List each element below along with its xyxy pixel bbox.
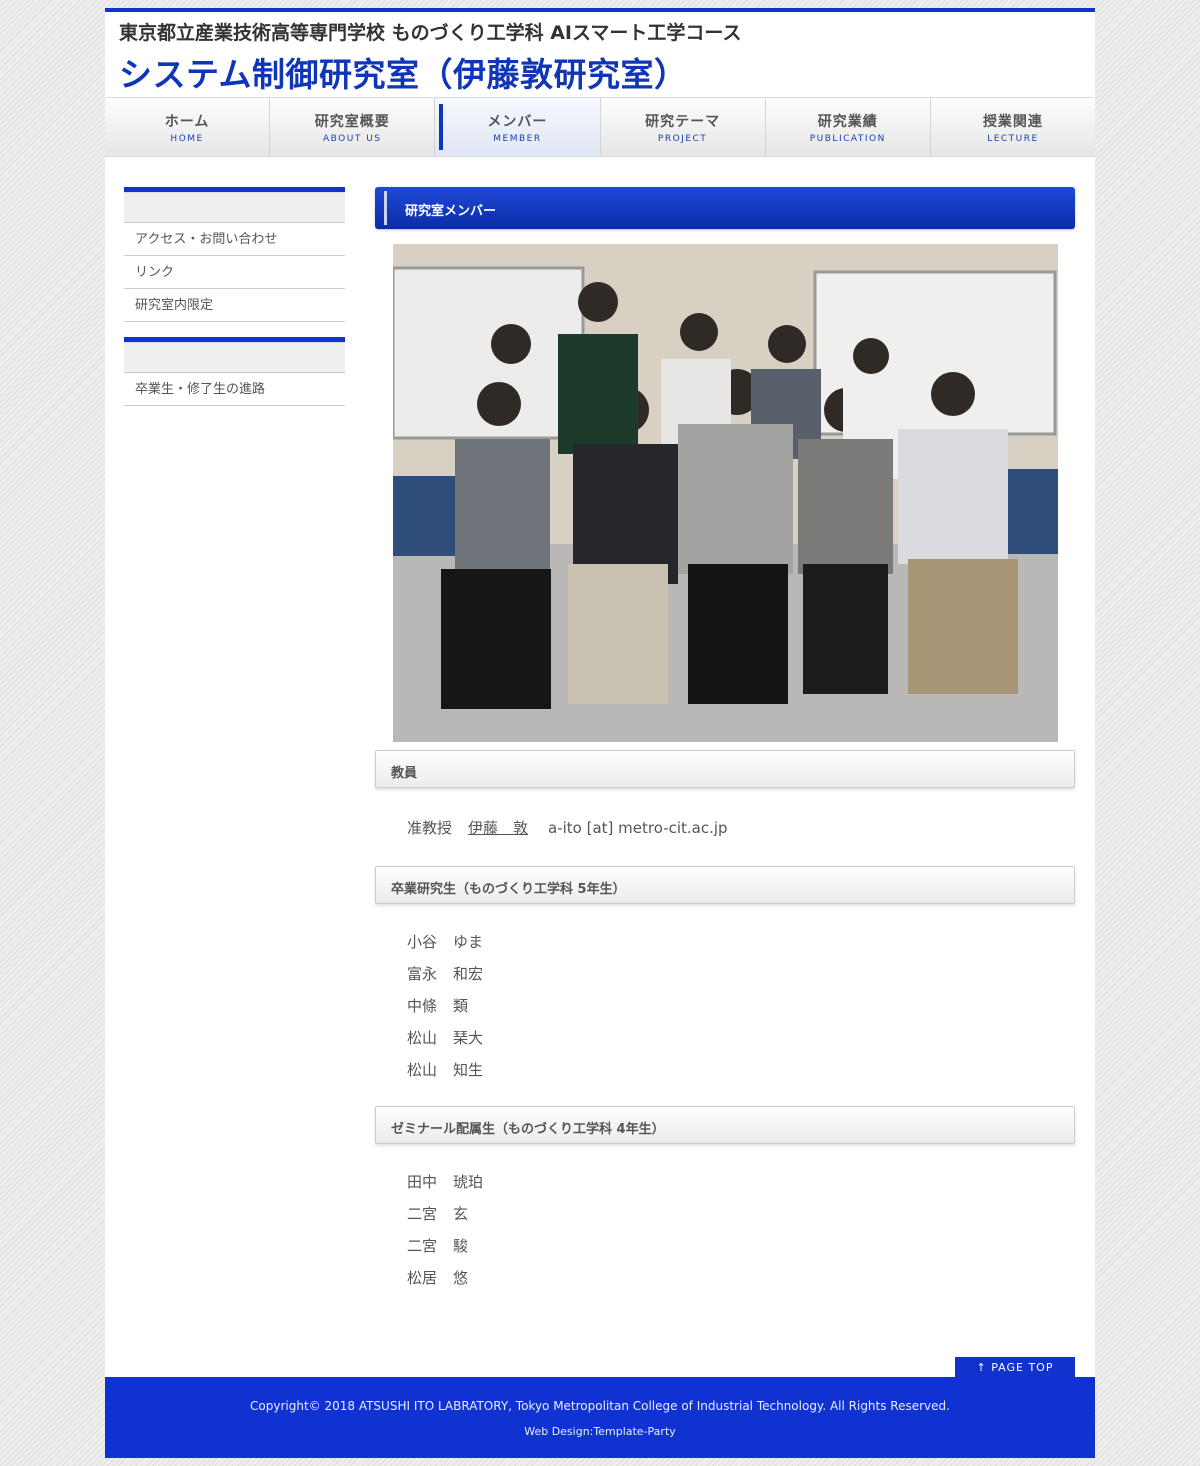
- nav-member-sublabel: MEMBER: [493, 134, 542, 144]
- nav-project-label: 研究テーマ: [645, 114, 721, 130]
- nav-member[interactable]: メンバー MEMBER: [435, 98, 601, 156]
- nav-member-label: メンバー: [487, 114, 548, 130]
- group-photo: [393, 244, 1058, 742]
- member-family-name: 松山: [407, 1061, 438, 1079]
- list-item: 中條類: [407, 990, 1075, 1022]
- nav-home-label: ホーム: [164, 114, 210, 130]
- nav-home[interactable]: ホーム HOME: [105, 98, 271, 156]
- main-content: 研究室メンバー 教員 准教授 伊藤 敦 a-ito [at] metro-cit…: [375, 187, 1075, 1294]
- nav-project[interactable]: 研究テーマ PROJECT: [600, 98, 766, 156]
- page-heading: 研究室メンバー: [375, 187, 1075, 229]
- nav-about[interactable]: 研究室概要 ABOUT US: [270, 98, 436, 156]
- member-family-name: 二宮: [407, 1205, 438, 1223]
- seminar-list: 田中 琥珀 二宮玄 二宮駿 松居悠: [375, 1144, 1075, 1294]
- list-item: 松山 琹大: [407, 1022, 1075, 1054]
- list-item: 富永 和宏: [407, 958, 1075, 990]
- seminar-heading: ゼミナール配属生（ものづくり工学科 4年生）: [375, 1106, 1075, 1144]
- member-given-name: 類: [453, 997, 469, 1015]
- member-family-name: 田中: [407, 1173, 438, 1191]
- nav-publication[interactable]: 研究業績 PUBLICATION: [765, 98, 931, 156]
- member-family-name: 中條: [407, 997, 438, 1015]
- member-family-name: 松居: [407, 1269, 438, 1287]
- member-given-name: 知生: [453, 1061, 484, 1079]
- nav-publication-sublabel: PUBLICATION: [809, 134, 886, 144]
- graduates-list: 小谷 ゆま 富永 和宏 中條類 松山 琹大 松山 知生: [375, 904, 1075, 1106]
- list-item: 田中 琥珀: [407, 1166, 1075, 1198]
- site-header: 東京都立産業技術高等専門学校 ものづくり工学科 AIスマート工学コース システム…: [105, 12, 1095, 96]
- member-given-name: 琹大: [453, 1029, 484, 1047]
- faculty-name-link[interactable]: 伊藤 敦: [468, 819, 528, 837]
- sidebar-menu-header: [124, 342, 345, 373]
- member-family-name: 二宮: [407, 1237, 438, 1255]
- sidebar-item-alumni-careers[interactable]: 卒業生・修了生の進路: [124, 373, 345, 406]
- member-family-name: 松山: [407, 1029, 438, 1047]
- nav-lecture-label: 授業関連: [982, 114, 1043, 130]
- faculty-row: 准教授 伊藤 敦 a-ito [at] metro-cit.ac.jp: [407, 812, 1075, 844]
- group-photo-image: [393, 244, 1058, 742]
- member-given-name: 玄: [453, 1205, 469, 1223]
- sidebar: アクセス・お問い合わせ リンク 研究室内限定 卒業生・修了生の進路: [124, 187, 345, 421]
- nav-about-sublabel: ABOUT US: [323, 134, 382, 144]
- member-given-name: 悠: [453, 1269, 469, 1287]
- copyright-text: Copyright© 2018 ATSUSHI ITO LABRATORY, T…: [250, 1399, 950, 1413]
- sidebar-item-members-only[interactable]: 研究室内限定: [124, 289, 345, 322]
- member-family-name: 富永: [407, 965, 438, 983]
- web-design-credit[interactable]: Web Design:Template-Party: [105, 1425, 1095, 1438]
- member-given-name: ゆま: [453, 933, 484, 951]
- nav-home-sublabel: HOME: [170, 134, 204, 144]
- faculty-heading: 教員: [375, 750, 1075, 788]
- sidebar-menu-1: アクセス・お問い合わせ リンク 研究室内限定: [124, 187, 345, 322]
- faculty-title: 准教授: [407, 819, 453, 837]
- graduates-heading-text: 卒業研究生（ものづくり工学科 5年生）: [391, 882, 626, 897]
- sidebar-item-links[interactable]: リンク: [124, 256, 345, 289]
- global-nav: ホーム HOME 研究室概要 ABOUT US メンバー MEMBER 研究テー…: [105, 97, 1096, 157]
- site-title[interactable]: システム制御研究室（伊藤敦研究室）: [119, 48, 688, 96]
- member-family-name: 小谷: [407, 933, 438, 951]
- faculty-email: a-ito [at] metro-cit.ac.jp: [548, 819, 728, 837]
- member-given-name: 駿: [453, 1237, 469, 1255]
- member-given-name: 和宏: [453, 965, 484, 983]
- nav-about-label: 研究室概要: [314, 114, 390, 130]
- site-footer: Copyright© 2018 ATSUSHI ITO LABRATORY, T…: [105, 1377, 1095, 1458]
- graduates-heading: 卒業研究生（ものづくり工学科 5年生）: [375, 866, 1075, 904]
- sidebar-menu-header: [124, 192, 345, 223]
- nav-lecture[interactable]: 授業関連 LECTURE: [930, 98, 1096, 156]
- list-item: 小谷 ゆま: [407, 926, 1075, 958]
- member-given-name: 琥珀: [453, 1173, 484, 1191]
- nav-project-sublabel: PROJECT: [657, 134, 708, 144]
- sidebar-menu-2: 卒業生・修了生の進路: [124, 337, 345, 406]
- faculty-heading-text: 教員: [391, 766, 418, 781]
- nav-lecture-sublabel: LECTURE: [987, 134, 1039, 144]
- nav-publication-label: 研究業績: [817, 114, 878, 130]
- faculty-list: 准教授 伊藤 敦 a-ito [at] metro-cit.ac.jp: [375, 788, 1075, 866]
- list-item: 松山 知生: [407, 1054, 1075, 1086]
- sidebar-item-access[interactable]: アクセス・お問い合わせ: [124, 223, 345, 256]
- seminar-heading-text: ゼミナール配属生（ものづくり工学科 4年生）: [391, 1122, 665, 1137]
- site-subtitle: 東京都立産業技術高等専門学校 ものづくり工学科 AIスマート工学コース: [119, 22, 742, 44]
- list-item: 二宮玄: [407, 1198, 1075, 1230]
- list-item: 二宮駿: [407, 1230, 1075, 1262]
- page-top-button[interactable]: ↑ PAGE TOP: [955, 1357, 1075, 1379]
- page-heading-text: 研究室メンバー: [405, 204, 497, 219]
- page-container: 東京都立産業技術高等専門学校 ものづくり工学科 AIスマート工学コース システム…: [105, 8, 1096, 1458]
- list-item: 松居悠: [407, 1262, 1075, 1294]
